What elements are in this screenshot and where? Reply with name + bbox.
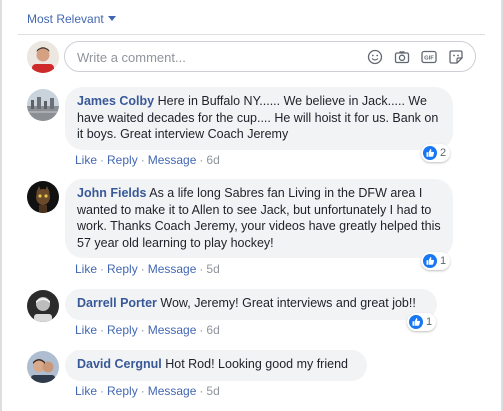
comment-bubble: David Cergnul Hot Rod! Looking good my f… [65, 350, 367, 381]
commenter-avatar[interactable] [27, 181, 59, 213]
message-link[interactable]: Message [148, 323, 197, 337]
comment-input[interactable] [77, 48, 347, 66]
reaction-count[interactable]: 1 [421, 252, 451, 270]
sticker-icon[interactable] [448, 49, 464, 65]
reaction-count-value: 1 [426, 316, 433, 328]
comment-bubble: James Colby Here in Buffalo NY...... We … [65, 87, 453, 150]
comment-author[interactable]: John Fields [77, 186, 146, 200]
commenter-avatar[interactable] [27, 89, 59, 121]
comment-timestamp[interactable]: 5d [206, 384, 219, 398]
comment-actions: Like · Reply · Message · 6d [75, 153, 220, 167]
comment-composer[interactable]: GIF [64, 41, 476, 72]
message-link[interactable]: Message [148, 384, 197, 398]
reply-link[interactable]: Reply [107, 262, 138, 276]
camera-icon[interactable] [394, 49, 410, 65]
comments-panel: Most Relevant GIF [0, 0, 503, 411]
thumbs-up-icon [409, 315, 423, 329]
emoji-icon[interactable] [367, 49, 383, 65]
reply-link[interactable]: Reply [107, 153, 138, 167]
reply-link[interactable]: Reply [107, 384, 138, 398]
divider [18, 34, 485, 35]
comment-bubble: Darrell Porter Wow, Jeremy! Great interv… [65, 289, 437, 320]
comment-actions: Like · Reply · Message · 6d [75, 323, 220, 337]
sort-label: Most Relevant [27, 12, 104, 26]
reaction-count[interactable]: 2 [421, 144, 451, 162]
comment-timestamp[interactable]: 6d [206, 323, 219, 337]
reaction-count[interactable]: 1 [407, 313, 437, 331]
thumbs-up-icon [423, 254, 437, 268]
message-link[interactable]: Message [148, 262, 197, 276]
current-user-avatar[interactable] [27, 41, 59, 73]
comment-text: Hot Rod! Looking good my friend [165, 357, 348, 371]
commenter-avatar[interactable] [27, 290, 59, 322]
comment-bubble: John Fields As a life long Sabres fan Li… [65, 179, 453, 258]
thumbs-up-icon [423, 146, 437, 160]
chevron-down-icon [107, 16, 116, 21]
comment-author[interactable]: Darrell Porter [77, 296, 157, 310]
svg-text:GIF: GIF [424, 56, 434, 62]
like-link[interactable]: Like [75, 262, 97, 276]
like-link[interactable]: Like [75, 384, 97, 398]
message-link[interactable]: Message [148, 153, 197, 167]
gif-icon[interactable]: GIF [421, 49, 437, 65]
comment-text: Wow, Jeremy! Great interviews and great … [160, 296, 416, 310]
comment-timestamp[interactable]: 6d [206, 153, 219, 167]
comment-actions: Like · Reply · Message · 5d [75, 262, 220, 276]
commenter-avatar[interactable] [27, 351, 59, 383]
comment-actions: Like · Reply · Message · 5d [75, 384, 220, 398]
reaction-count-value: 2 [440, 147, 447, 159]
reply-link[interactable]: Reply [107, 323, 138, 337]
comment-timestamp[interactable]: 5d [206, 262, 219, 276]
comment-author[interactable]: James Colby [77, 94, 154, 108]
panel-border-left [0, 0, 2, 411]
like-link[interactable]: Like [75, 323, 97, 337]
sort-dropdown[interactable]: Most Relevant [27, 12, 116, 26]
reaction-count-value: 1 [440, 255, 447, 267]
like-link[interactable]: Like [75, 153, 97, 167]
comment-author[interactable]: David Cergnul [77, 357, 162, 371]
